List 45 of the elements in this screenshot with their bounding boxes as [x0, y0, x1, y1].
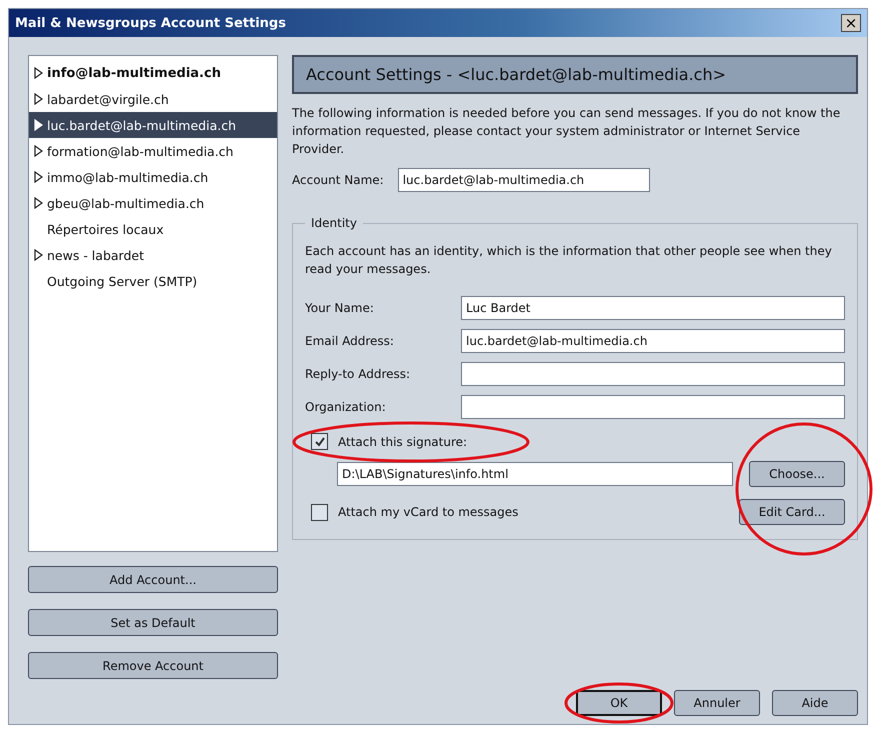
account-item[interactable]: Outgoing Server (SMTP): [29, 268, 277, 294]
dialog-button[interactable]: Annuler: [674, 690, 760, 716]
choose-button[interactable]: Choose...: [749, 461, 845, 487]
account-item[interactable]: formation@lab-multimedia.ch: [29, 138, 277, 164]
field-label: Your Name:: [305, 301, 375, 315]
input-field[interactable]: [461, 395, 845, 419]
checkbox-label: Attach my vCard to messages: [338, 505, 518, 519]
account-item[interactable]: news - labardet: [29, 242, 277, 268]
field-label: Reply-to Address:: [305, 367, 412, 381]
expand-triangle-icon[interactable]: [34, 93, 43, 105]
panel-header: Account Settings - <luc.bardet@lab-multimedia.ch>: [292, 55, 858, 94]
account-item[interactable]: gbeu@lab-multimedia.ch: [29, 190, 277, 216]
group-title: Identity: [310, 216, 358, 230]
dialog-button[interactable]: OK: [576, 690, 662, 716]
expand-triangle-icon[interactable]: [34, 145, 43, 157]
input-field[interactable]: [461, 362, 845, 386]
expand-triangle-icon[interactable]: [34, 249, 43, 261]
input-field[interactable]: luc.bardet@lab-multimedia.ch: [461, 329, 845, 353]
field-label: Account Name:: [292, 173, 384, 187]
check-icon: [314, 436, 326, 448]
window-title: Mail & Newsgroups Account Settings: [15, 16, 286, 30]
account-item[interactable]: luc.bardet@lab-multimedia.ch: [29, 112, 277, 138]
identity-description: Each account has an identity, which is the information that other people see when they read your messages.: [305, 243, 833, 278]
expand-triangle-icon[interactable]: [34, 171, 43, 183]
checkbox-label: Attach this signature:: [338, 434, 468, 448]
field-label: Organization:: [305, 400, 387, 414]
input-field[interactable]: Luc Bardet: [461, 296, 845, 320]
account-button[interactable]: Set as Default: [28, 609, 278, 636]
expand-triangle-icon[interactable]: [34, 67, 43, 79]
dialog-button[interactable]: Aide: [772, 690, 858, 716]
account-item[interactable]: labardet@virgile.ch: [29, 86, 277, 112]
checkbox[interactable]: [311, 504, 328, 520]
account-item[interactable]: info@lab-multimedia.ch: [29, 60, 277, 86]
checkbox[interactable]: [311, 433, 328, 450]
edit-card-button[interactable]: Edit Card...: [739, 499, 845, 525]
intro-text: The following information is needed before you can send messages. If you do not know the information requested, please contact your system administrator or Internet Service Provider.: [292, 105, 842, 158]
expand-triangle-icon[interactable]: [34, 197, 43, 209]
account-button[interactable]: Remove Account: [28, 652, 278, 679]
account-button[interactable]: Add Account...: [28, 566, 278, 593]
account-item[interactable]: Répertoires locaux: [29, 216, 277, 242]
signature-path-field[interactable]: D:\LAB\Signatures\info.html: [337, 462, 733, 486]
close-button[interactable]: ×: [841, 14, 861, 32]
account-item[interactable]: immo@lab-multimedia.ch: [29, 164, 277, 190]
field-label: Email Address:: [305, 334, 395, 348]
account-name-field[interactable]: luc.bardet@lab-multimedia.ch: [398, 168, 650, 192]
